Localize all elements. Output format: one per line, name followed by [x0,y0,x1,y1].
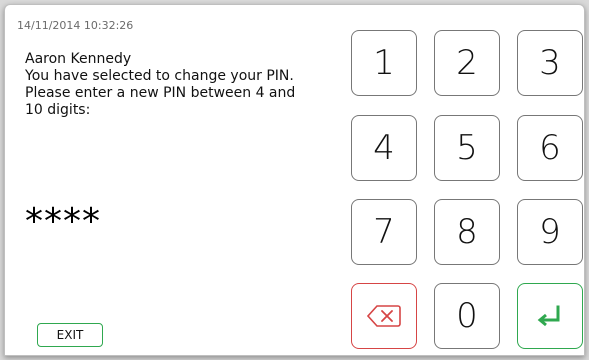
timestamp: 14/11/2014 10:32:26 [17,19,134,32]
backspace-icon [367,304,401,328]
pin-change-screen: 14/11/2014 10:32:26 Aaron Kennedy You ha… [4,4,585,356]
key-2[interactable]: 2 [434,30,500,96]
key-3[interactable]: 3 [517,30,583,96]
key-5[interactable]: 5 [434,115,500,181]
key-6[interactable]: 6 [517,115,583,181]
instruction-line-1: You have selected to change your PIN. [25,68,294,84]
key-9[interactable]: 9 [517,199,583,265]
key-4[interactable]: 4 [351,115,417,181]
pin-display: **** [25,201,101,242]
instruction-message: Aaron Kennedy You have selected to chang… [25,51,355,119]
exit-button[interactable]: EXIT [37,323,103,347]
key-7[interactable]: 7 [351,199,417,265]
key-8[interactable]: 8 [434,199,500,265]
key-0[interactable]: 0 [434,283,500,349]
key-1[interactable]: 1 [351,30,417,96]
enter-icon [536,305,564,327]
user-name: Aaron Kennedy [25,51,132,67]
instruction-line-2: Please enter a new PIN between 4 and [25,85,296,101]
instruction-line-3: 10 digits: [25,102,91,118]
enter-button[interactable] [517,283,583,349]
backspace-button[interactable] [351,283,417,349]
